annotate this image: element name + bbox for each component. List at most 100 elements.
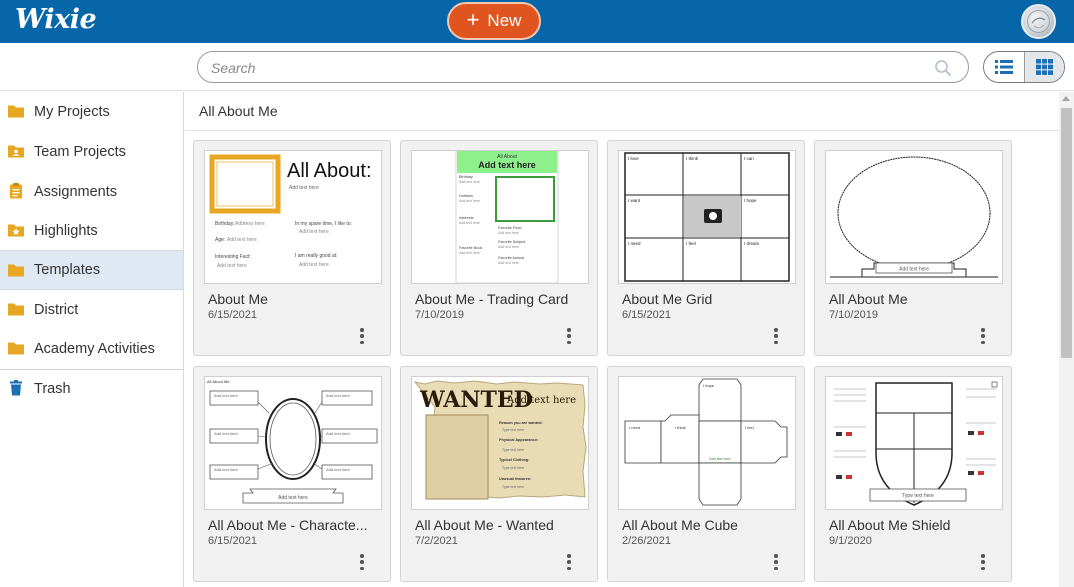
template-thumbnail: All About Me Add text here Add text here…	[204, 376, 382, 510]
card-title: All About Me Shield	[829, 517, 951, 533]
template-card-about-me[interactable]: All About: Add text here Birthday: Addre…	[193, 140, 391, 356]
svg-text:Add text here: Add text here	[709, 457, 730, 461]
more-options-icon[interactable]	[563, 553, 575, 571]
thumb-heading: All About:	[287, 160, 372, 182]
template-card-all-about-me-wanted[interactable]: WANTED Add text here Reason you are want…	[400, 366, 598, 582]
more-options-icon[interactable]	[356, 327, 368, 345]
more-options-icon[interactable]	[356, 553, 368, 571]
svg-text:Favorite Food: Favorite Food	[498, 226, 521, 230]
svg-text:Add text here: Add text here	[227, 237, 257, 243]
svg-text:Add text here: Add text here	[498, 245, 519, 249]
scrollbar-thumb[interactable]	[1061, 108, 1072, 358]
svg-text:Add text here: Add text here	[214, 393, 239, 398]
card-title: All About Me - Characte...	[208, 517, 368, 533]
svg-text:Add text here: Add text here	[478, 160, 536, 170]
svg-text:Add text here: Add text here	[214, 467, 239, 472]
sidebar-item-templates[interactable]: Templates	[0, 250, 183, 290]
more-options-icon[interactable]	[977, 327, 989, 345]
clipboard-icon	[10, 183, 22, 199]
svg-text:Add text here: Add text here	[299, 262, 329, 268]
star-folder-icon	[8, 224, 24, 237]
grid-view-button[interactable]	[1023, 52, 1064, 82]
svg-text:Reason you are wanted:: Reason you are wanted:	[499, 421, 543, 425]
template-thumbnail: I need I think I feel I hope Add text he…	[618, 376, 796, 510]
card-date: 6/15/2021	[208, 309, 257, 321]
svg-text:Physical Appearance:: Physical Appearance:	[499, 438, 538, 442]
new-button[interactable]: + New	[447, 2, 541, 40]
sidebar-item-team-projects[interactable]: Team Projects	[0, 132, 183, 171]
sidebar-item-label: Academy Activities	[34, 340, 155, 357]
search-icon[interactable]	[934, 59, 952, 77]
sidebar-item-trash[interactable]: Trash	[0, 369, 183, 408]
card-title: All About Me Cube	[622, 517, 738, 533]
more-options-icon[interactable]	[563, 327, 575, 345]
svg-text:Unusual features:: Unusual features:	[499, 477, 531, 481]
template-card-about-me-grid[interactable]: I love I think I can I want I hope I nee…	[607, 140, 805, 356]
svg-text:I am really good at:: I am really good at:	[295, 253, 338, 259]
template-card-about-me-trading-card[interactable]: All About Add text here Birthday Add tex…	[400, 140, 598, 356]
wixie-logo[interactable]: Wixie	[15, 4, 97, 35]
template-card-all-about-me-character[interactable]: All About Me Add text here Add text here…	[193, 366, 391, 582]
svg-text:Interesting Fact:: Interesting Fact:	[215, 254, 251, 260]
sidebar-item-label: District	[34, 301, 79, 318]
svg-text:Add text here: Add text here	[326, 393, 351, 398]
template-card-all-about-me-shield[interactable]: Type text here All About Me Shield 9/1/2…	[814, 366, 1012, 582]
svg-text:Add text here: Add text here	[498, 261, 519, 265]
scroll-up-arrow-icon[interactable]	[1062, 96, 1070, 101]
folder-icon	[8, 264, 24, 277]
user-avatar[interactable]	[1021, 4, 1056, 39]
card-date: 6/15/2021	[208, 535, 257, 547]
svg-text:I think: I think	[686, 156, 699, 161]
svg-text:I feel: I feel	[686, 241, 696, 246]
sidebar-item-label: Highlights	[34, 222, 98, 239]
more-options-icon[interactable]	[977, 553, 989, 571]
svg-text:I feel: I feel	[745, 425, 754, 430]
svg-text:Add text here: Add text here	[459, 221, 480, 225]
svg-text:Add text here: Add text here	[459, 199, 480, 203]
card-title: All About Me - Wanted	[415, 517, 554, 533]
svg-text:Add text here: Add text here	[506, 395, 576, 406]
sidebar-item-assignments[interactable]: Assignments	[0, 172, 183, 211]
svg-text:Birthday:: Birthday:	[215, 221, 235, 227]
sidebar-item-academy-activities[interactable]: Academy Activities	[0, 329, 183, 368]
card-title: All About Me	[829, 291, 908, 307]
svg-text:Interests: Interests	[459, 216, 474, 220]
svg-text:Hobbies: Hobbies	[459, 194, 473, 198]
trash-icon	[10, 380, 22, 396]
template-card-all-about-me-cube[interactable]: I need I think I feel I hope Add text he…	[607, 366, 805, 582]
template-thumbnail: All About: Add text here Birthday: Addre…	[204, 150, 382, 284]
search-input[interactable]	[211, 58, 911, 78]
svg-text:I want: I want	[628, 198, 641, 203]
svg-text:Type text here: Type text here	[502, 466, 524, 470]
sidebar-item-my-projects[interactable]: My Projects	[0, 92, 183, 131]
template-card-all-about-me[interactable]: Add text here All About Me 7/10/2019	[814, 140, 1012, 356]
template-thumbnail: WANTED Add text here Reason you are want…	[411, 376, 589, 510]
card-date: 7/10/2019	[829, 309, 878, 321]
sidebar-item-highlights[interactable]: Highlights	[0, 211, 183, 250]
svg-text:Add text here: Add text here	[278, 495, 308, 501]
breadcrumb: All About Me	[199, 103, 278, 119]
svg-text:Type text here: Type text here	[902, 493, 934, 499]
svg-text:Add text here: Add text here	[214, 431, 239, 436]
main-scrollbar[interactable]	[1059, 92, 1074, 587]
card-date: 6/15/2021	[622, 309, 671, 321]
folder-icon	[8, 105, 24, 118]
svg-text:I can: I can	[744, 156, 754, 161]
template-thumbnail: Add text here	[825, 150, 1003, 284]
more-options-icon[interactable]	[770, 553, 782, 571]
svg-text:Add text here: Add text here	[459, 251, 480, 255]
svg-text:Age:: Age:	[215, 237, 225, 243]
folder-icon	[8, 342, 24, 355]
sidebar: My Projects Team Projects Assignments Hi…	[0, 92, 184, 587]
svg-text:I think: I think	[675, 425, 686, 430]
sidebar-item-label: Assignments	[34, 183, 118, 200]
sidebar-item-district[interactable]: District	[0, 290, 183, 329]
more-options-icon[interactable]	[770, 327, 782, 345]
svg-text:All About Me: All About Me	[207, 379, 230, 384]
card-date: 2/26/2021	[622, 535, 671, 547]
card-title: About Me	[208, 291, 268, 307]
svg-text:I need: I need	[629, 425, 640, 430]
svg-text:Add text here: Add text here	[459, 180, 480, 184]
list-view-button[interactable]	[984, 52, 1024, 82]
grid-view-icon	[1035, 59, 1053, 75]
